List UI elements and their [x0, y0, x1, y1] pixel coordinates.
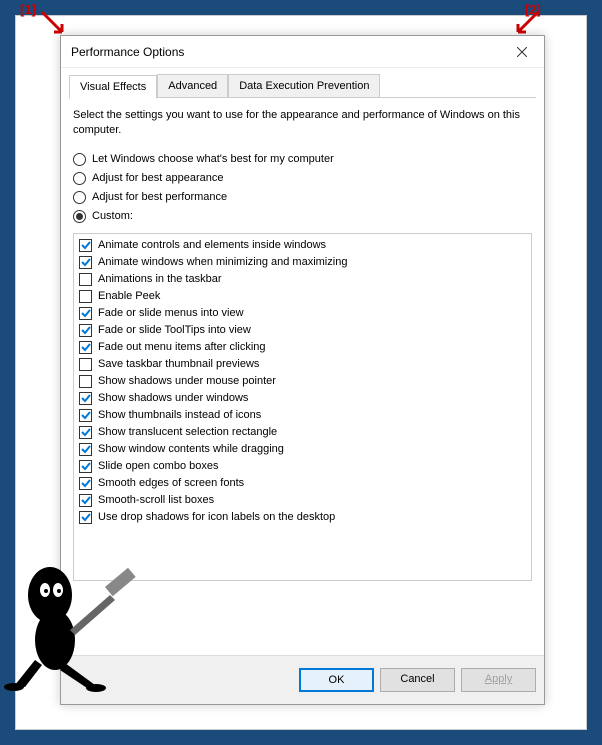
radio-option[interactable]: Custom:: [73, 210, 532, 223]
tab-advanced[interactable]: Advanced: [157, 74, 228, 97]
tab-visual-effects[interactable]: Visual Effects: [69, 75, 157, 99]
check-option[interactable]: Smooth edges of screen fonts: [77, 475, 528, 492]
checkbox-icon: [79, 494, 92, 507]
check-label: Show shadows under mouse pointer: [98, 375, 276, 387]
radio-option[interactable]: Adjust for best performance: [73, 191, 532, 204]
checkbox-icon: [79, 511, 92, 524]
radio-label: Let Windows choose what's best for my co…: [92, 153, 334, 165]
checkbox-icon: [79, 460, 92, 473]
tab-strip: Visual Effects Advanced Data Execution P…: [69, 74, 536, 98]
checkbox-icon: [79, 239, 92, 252]
radio-group: Let Windows choose what's best for my co…: [73, 153, 532, 223]
check-option[interactable]: Show translucent selection rectangle: [77, 424, 528, 441]
check-label: Fade or slide ToolTips into view: [98, 324, 251, 336]
check-label: Animate controls and elements inside win…: [98, 239, 326, 251]
check-option[interactable]: Fade or slide ToolTips into view: [77, 322, 528, 339]
check-option[interactable]: Enable Peek: [77, 288, 528, 305]
check-label: Save taskbar thumbnail previews: [98, 358, 259, 370]
radio-label: Adjust for best performance: [92, 191, 227, 203]
check-label: Show thumbnails instead of icons: [98, 409, 261, 421]
check-option[interactable]: Animations in the taskbar: [77, 271, 528, 288]
radio-icon: [73, 172, 86, 185]
radio-option[interactable]: Let Windows choose what's best for my co…: [73, 153, 532, 166]
check-label: Smooth-scroll list boxes: [98, 494, 214, 506]
check-label: Animate windows when minimizing and maxi…: [98, 256, 347, 268]
checkbox-icon: [79, 375, 92, 388]
check-option[interactable]: Use drop shadows for icon labels on the …: [77, 509, 528, 526]
check-label: Smooth edges of screen fonts: [98, 477, 244, 489]
check-option[interactable]: Show shadows under windows: [77, 390, 528, 407]
apply-button: Apply: [461, 668, 536, 692]
checkbox-icon: [79, 341, 92, 354]
check-option[interactable]: Fade or slide menus into view: [77, 305, 528, 322]
dialog-title: Performance Options: [71, 45, 184, 59]
check-label: Slide open combo boxes: [98, 460, 218, 472]
visual-effects-checklist[interactable]: Animate controls and elements inside win…: [73, 233, 532, 581]
checkbox-icon: [79, 443, 92, 456]
radio-icon: [73, 191, 86, 204]
check-option[interactable]: Show shadows under mouse pointer: [77, 373, 528, 390]
character-illustration: [0, 545, 150, 695]
annotation-1: [1]: [20, 2, 36, 17]
check-option[interactable]: Show window contents while dragging: [77, 441, 528, 458]
checkbox-icon: [79, 307, 92, 320]
checkbox-icon: [79, 290, 92, 303]
checkbox-icon: [79, 256, 92, 269]
checkbox-icon: [79, 273, 92, 286]
titlebar: Performance Options: [61, 36, 544, 68]
check-option[interactable]: Show thumbnails instead of icons: [77, 407, 528, 424]
checkbox-icon: [79, 392, 92, 405]
check-label: Show translucent selection rectangle: [98, 426, 277, 438]
tab-dep[interactable]: Data Execution Prevention: [228, 74, 380, 97]
check-label: Fade or slide menus into view: [98, 307, 244, 319]
checkbox-icon: [79, 409, 92, 422]
check-option[interactable]: Smooth-scroll list boxes: [77, 492, 528, 509]
check-label: Show shadows under windows: [98, 392, 248, 404]
check-option[interactable]: Animate windows when minimizing and maxi…: [77, 254, 528, 271]
check-label: Enable Peek: [98, 290, 160, 302]
radio-option[interactable]: Adjust for best appearance: [73, 172, 532, 185]
radio-icon: [73, 153, 86, 166]
check-label: Animations in the taskbar: [98, 273, 222, 285]
radio-label: Custom:: [92, 210, 133, 222]
check-label: Use drop shadows for icon labels on the …: [98, 511, 335, 523]
check-option[interactable]: Slide open combo boxes: [77, 458, 528, 475]
checkbox-icon: [79, 426, 92, 439]
close-button[interactable]: [499, 36, 544, 68]
description-text: Select the settings you want to use for …: [73, 108, 532, 139]
check-option[interactable]: Animate controls and elements inside win…: [77, 237, 528, 254]
checkbox-icon: [79, 324, 92, 337]
checkbox-icon: [79, 477, 92, 490]
radio-icon: [73, 210, 86, 223]
radio-label: Adjust for best appearance: [92, 172, 223, 184]
checkbox-icon: [79, 358, 92, 371]
cancel-button[interactable]: Cancel: [380, 668, 455, 692]
close-icon: [517, 47, 527, 57]
ok-button[interactable]: OK: [299, 668, 374, 692]
check-option[interactable]: Fade out menu items after clicking: [77, 339, 528, 356]
check-label: Fade out menu items after clicking: [98, 341, 266, 353]
check-option[interactable]: Save taskbar thumbnail previews: [77, 356, 528, 373]
check-label: Show window contents while dragging: [98, 443, 284, 455]
